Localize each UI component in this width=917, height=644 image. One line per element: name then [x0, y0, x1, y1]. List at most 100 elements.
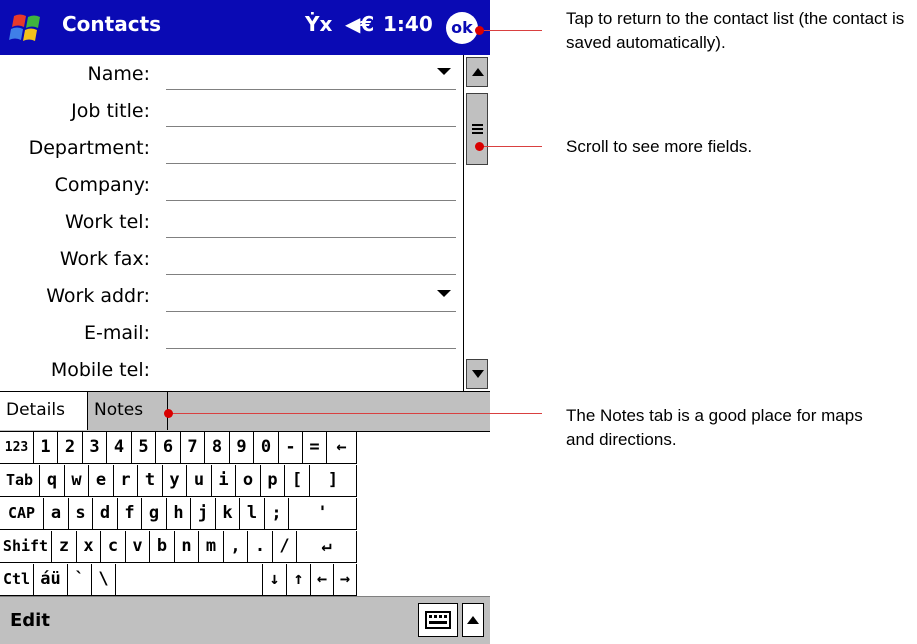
key-tab[interactable]: Tab: [0, 465, 40, 497]
key-accents[interactable]: áü: [34, 564, 68, 596]
key[interactable]: `: [68, 564, 92, 596]
field-mobile-tel[interactable]: Mobile tel:: [0, 351, 462, 388]
callout-dot-scroll: [475, 142, 484, 151]
name-input[interactable]: [166, 89, 456, 90]
edit-menu[interactable]: Edit: [10, 610, 50, 631]
key[interactable]: m: [199, 531, 224, 563]
key-caps[interactable]: CAP: [0, 498, 44, 530]
job-title-input[interactable]: [166, 126, 456, 127]
space-key[interactable]: [116, 564, 263, 596]
keyboard-row: 123 1 2 3 4 5 6 7 8 9 0 - = ←: [0, 432, 490, 465]
key[interactable]: q: [40, 465, 65, 497]
department-input[interactable]: [166, 163, 456, 164]
right-arrow-key[interactable]: →: [334, 564, 357, 596]
key[interactable]: ]: [310, 465, 357, 497]
key[interactable]: g: [142, 498, 167, 530]
vertical-scrollbar[interactable]: [463, 55, 490, 391]
key-ctl[interactable]: Ctl: [0, 564, 34, 596]
key[interactable]: z: [52, 531, 77, 563]
connectivity-icon[interactable]: Ẏx: [305, 12, 332, 36]
field-email[interactable]: E-mail:: [0, 314, 462, 351]
callout-notes-text: The Notes tab is a good place for maps a…: [566, 406, 863, 449]
tab-notes[interactable]: Notes: [88, 392, 168, 430]
work-addr-input[interactable]: [166, 311, 456, 312]
work-fax-input[interactable]: [166, 274, 456, 275]
key[interactable]: /: [273, 531, 297, 563]
key[interactable]: 4: [107, 432, 132, 464]
key[interactable]: 6: [156, 432, 181, 464]
key[interactable]: c: [101, 531, 126, 563]
key[interactable]: o: [236, 465, 261, 497]
key[interactable]: v: [126, 531, 150, 563]
key[interactable]: w: [65, 465, 89, 497]
volume-icon[interactable]: ◀€: [345, 12, 374, 36]
scroll-thumb[interactable]: [466, 93, 488, 165]
key[interactable]: f: [118, 498, 142, 530]
key[interactable]: r: [114, 465, 138, 497]
company-input[interactable]: [166, 200, 456, 201]
field-label: Department:: [28, 137, 150, 159]
left-arrow-key[interactable]: ←: [311, 564, 334, 596]
grip-line: [472, 124, 483, 126]
field-work-fax[interactable]: Work fax:: [0, 240, 462, 277]
input-selector-arrow-icon[interactable]: [462, 603, 484, 637]
key[interactable]: =: [303, 432, 327, 464]
key[interactable]: 8: [205, 432, 230, 464]
key[interactable]: h: [167, 498, 191, 530]
clock[interactable]: 1:40: [383, 12, 433, 36]
key[interactable]: u: [187, 465, 212, 497]
key[interactable]: 3: [83, 432, 107, 464]
key[interactable]: ': [289, 498, 357, 530]
key[interactable]: 9: [230, 432, 254, 464]
email-input[interactable]: [166, 348, 456, 349]
key[interactable]: 5: [132, 432, 156, 464]
key[interactable]: t: [138, 465, 163, 497]
down-arrow-key[interactable]: ↓: [263, 564, 287, 596]
key[interactable]: n: [175, 531, 199, 563]
key[interactable]: x: [77, 531, 101, 563]
field-company[interactable]: Company:: [0, 166, 462, 203]
dropdown-arrow-icon[interactable]: [437, 290, 451, 297]
key[interactable]: y: [163, 465, 187, 497]
key[interactable]: -: [279, 432, 303, 464]
key[interactable]: 0: [254, 432, 279, 464]
grip-line: [472, 132, 483, 134]
key[interactable]: l: [240, 498, 265, 530]
backspace-key[interactable]: ←: [327, 432, 357, 464]
windows-start-icon[interactable]: [6, 8, 50, 48]
key[interactable]: 1: [34, 432, 58, 464]
scroll-up-button[interactable]: [466, 57, 488, 87]
keyboard-icon[interactable]: [418, 603, 458, 637]
field-work-tel[interactable]: Work tel:: [0, 203, 462, 240]
key[interactable]: e: [89, 465, 114, 497]
key[interactable]: b: [150, 531, 175, 563]
key[interactable]: ,: [224, 531, 248, 563]
key[interactable]: [: [285, 465, 310, 497]
ok-button[interactable]: ok: [446, 12, 478, 44]
field-job-title[interactable]: Job title:: [0, 92, 462, 129]
dropdown-arrow-icon[interactable]: [437, 68, 451, 75]
tab-details[interactable]: Details: [0, 392, 88, 430]
field-name[interactable]: Name:: [0, 55, 462, 92]
key[interactable]: 2: [58, 432, 83, 464]
key[interactable]: .: [248, 531, 273, 563]
up-arrow-key[interactable]: ↑: [287, 564, 311, 596]
key[interactable]: a: [44, 498, 69, 530]
field-work-addr[interactable]: Work addr:: [0, 277, 462, 314]
key[interactable]: k: [216, 498, 240, 530]
key[interactable]: ;: [265, 498, 289, 530]
key[interactable]: 7: [181, 432, 205, 464]
menu-bar: Edit: [0, 596, 490, 644]
key-shift[interactable]: Shift: [0, 531, 52, 563]
key[interactable]: j: [191, 498, 216, 530]
scroll-down-button[interactable]: [466, 359, 488, 389]
work-tel-input[interactable]: [166, 237, 456, 238]
field-department[interactable]: Department:: [0, 129, 462, 166]
key[interactable]: p: [261, 465, 285, 497]
key[interactable]: s: [69, 498, 93, 530]
enter-key[interactable]: ↵: [297, 531, 357, 563]
key[interactable]: d: [93, 498, 118, 530]
key[interactable]: i: [212, 465, 236, 497]
key[interactable]: \: [92, 564, 116, 596]
key-123[interactable]: 123: [0, 432, 34, 464]
